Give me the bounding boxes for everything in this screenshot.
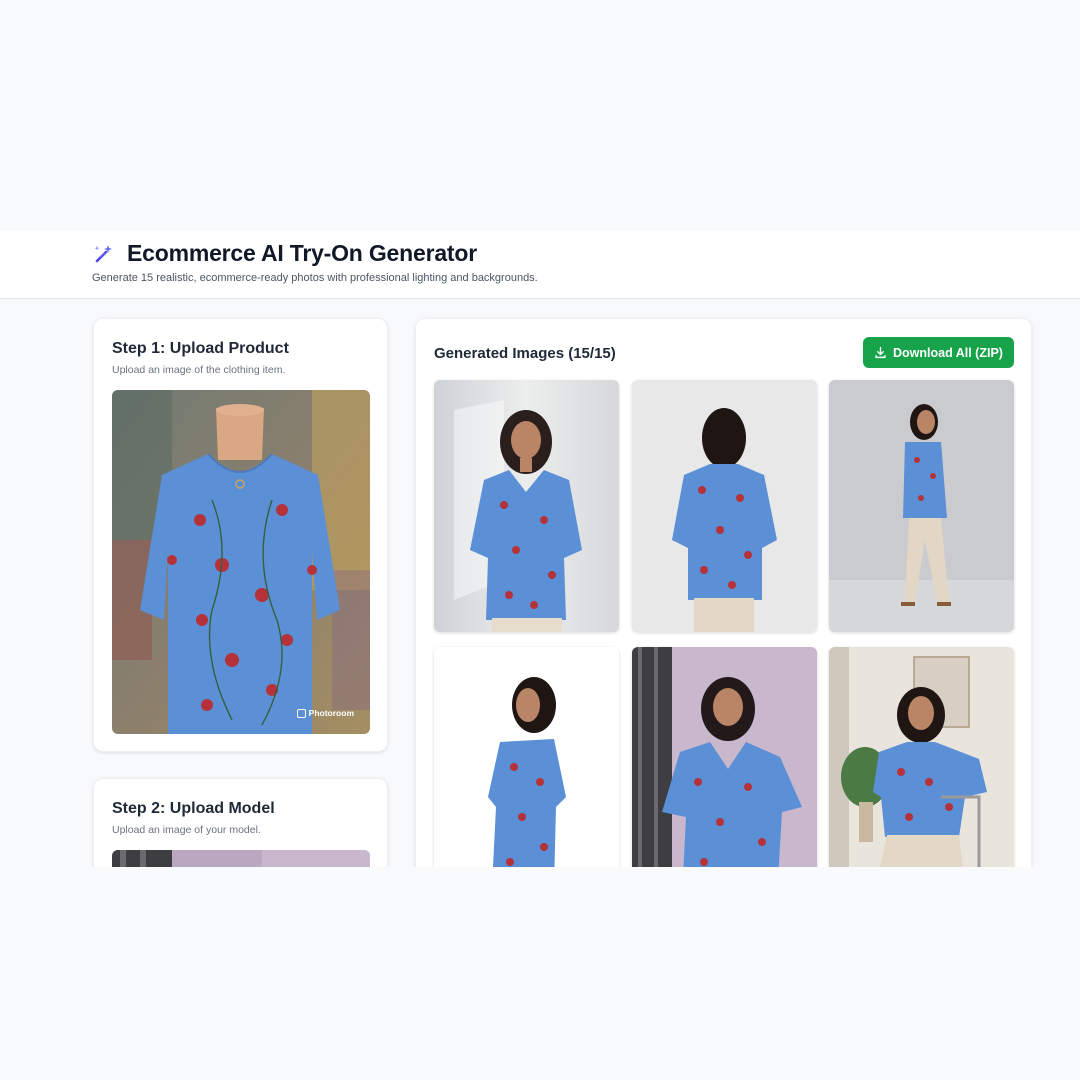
app-header: Ecommerce AI Try-On Generator Generate 1…: [0, 231, 1080, 299]
generated-image-2[interactable]: [632, 380, 817, 632]
sparkle-wand-icon: [92, 243, 114, 265]
download-all-button[interactable]: Download All (ZIP): [863, 337, 1014, 368]
model-image-dropzone[interactable]: [112, 850, 370, 867]
step1-title: Step 1: Upload Product: [112, 340, 289, 357]
photoroom-logo-icon: [296, 708, 306, 718]
product-photo: [112, 390, 370, 734]
generated-images-card: Generated Images (15/15) Download All (Z…: [415, 318, 1032, 867]
page-subtitle: Generate 15 realistic, ecommerce-ready p…: [92, 272, 538, 284]
step2-description: Upload an image of your model.: [112, 824, 261, 836]
generated-images-title: Generated Images (15/15): [434, 345, 616, 362]
page-title: Ecommerce AI Try-On Generator: [127, 240, 477, 266]
download-icon: [875, 346, 886, 359]
generated-image-6[interactable]: [829, 647, 1014, 867]
model-photo: [112, 850, 370, 867]
upload-model-card: Step 2: Upload Model Upload an image of …: [93, 778, 388, 867]
watermark-text: Photoroom: [308, 708, 354, 718]
generated-image-3[interactable]: [829, 380, 1014, 632]
step1-description: Upload an image of the clothing item.: [112, 364, 286, 376]
product-image-dropzone[interactable]: Photoroom: [112, 390, 370, 734]
generated-image-4[interactable]: [434, 647, 619, 867]
download-all-label: Download All (ZIP): [893, 345, 1003, 360]
app-window: Ecommerce AI Try-On Generator Generate 1…: [0, 231, 1080, 867]
photoroom-watermark: Photoroom: [296, 708, 354, 718]
generated-image-5[interactable]: [632, 647, 817, 867]
step2-title: Step 2: Upload Model: [112, 800, 275, 817]
upload-product-card: Step 1: Upload Product Upload an image o…: [93, 318, 388, 752]
generated-image-1[interactable]: [434, 380, 619, 632]
